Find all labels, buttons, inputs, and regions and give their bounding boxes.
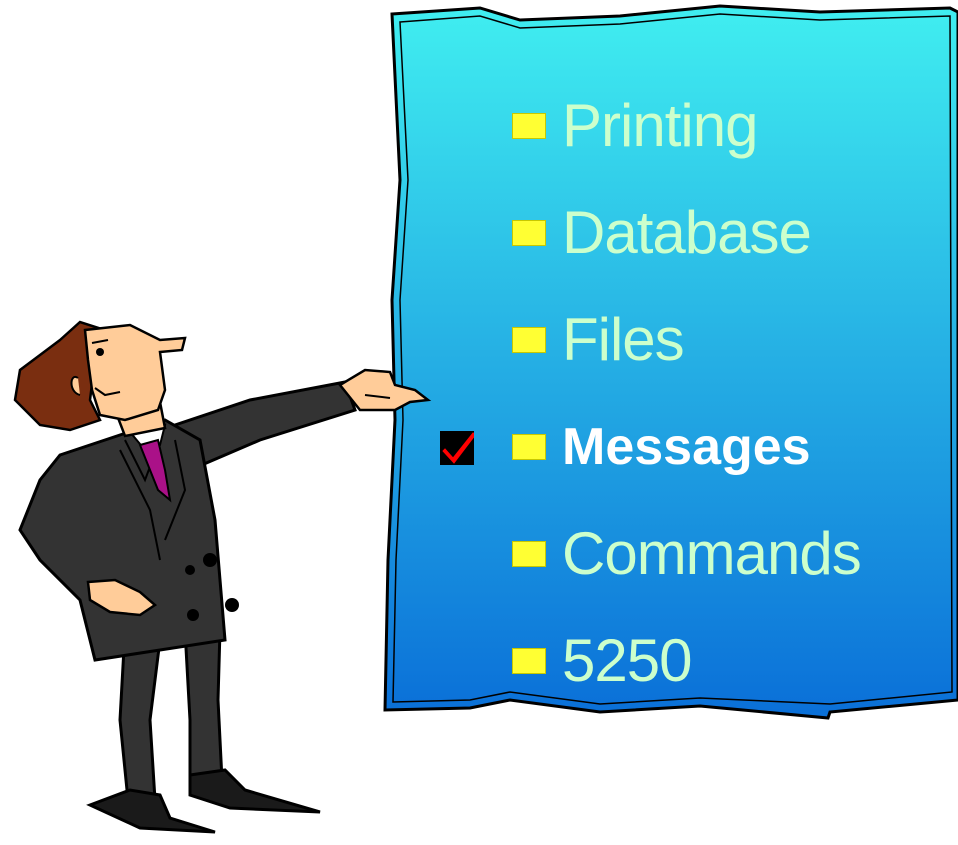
menu-item-printing[interactable]: Printing [512,72,861,179]
menu-item-label: 5250 [562,626,692,694]
menu-item-label: Database [562,198,812,266]
menu-item-files[interactable]: Files [512,286,861,393]
menu-item-label: Printing [562,91,758,159]
bullet-square-icon [512,433,546,460]
menu-item-label: Commands [562,519,862,587]
menu-item-label: Messages [562,417,811,476]
menu-item-database[interactable]: Database [512,179,861,286]
menu-item-commands[interactable]: Commands [512,500,862,607]
menu-item-5250[interactable]: 5250 [512,607,861,714]
bullet-square-icon [512,219,546,246]
bullet-square-icon [512,540,546,567]
topic-menu: Printing Database Files Messages Command… [440,72,862,714]
slide: Printing Database Files Messages Command… [0,0,958,845]
menu-item-label: Files [562,305,685,373]
menu-item-messages[interactable]: Messages [440,393,861,500]
bullet-square-icon [512,647,546,674]
bullet-square-icon [512,326,546,353]
bullet-square-icon [512,112,546,139]
checkmark-icon [440,431,474,465]
